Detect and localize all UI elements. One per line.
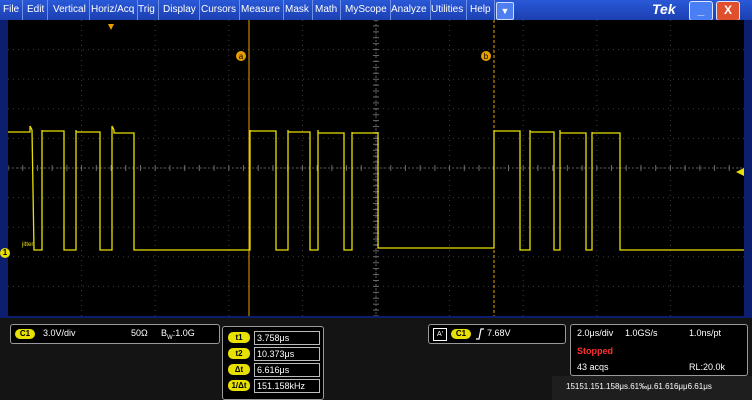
run-status: Stopped xyxy=(577,346,613,356)
chevron-down-icon[interactable]: ▼ xyxy=(496,2,514,20)
graticule xyxy=(8,20,744,316)
menu-edit[interactable]: Edit xyxy=(24,0,49,20)
inverse-delta-t-value: 151.158kHz xyxy=(254,379,320,393)
channel-1-badge: C1 xyxy=(15,329,35,339)
trigger-position-icon[interactable] xyxy=(108,24,114,30)
vertical-scale: 3.0V/div xyxy=(43,328,76,338)
t1-label: t1 xyxy=(228,332,250,343)
bandwidth-limit: BW:1.0G xyxy=(161,328,195,341)
rising-edge-icon xyxy=(476,328,484,340)
menu-mask[interactable]: Mask xyxy=(282,0,313,20)
trigger-mode: A' xyxy=(433,328,447,341)
menu-utilities[interactable]: Utilities xyxy=(428,0,468,20)
t2-value: 10.373μs xyxy=(254,347,320,361)
cursor-a-label: a xyxy=(239,52,244,61)
menu-horiz-acq[interactable]: Horiz/Acq xyxy=(88,0,139,20)
menu-trig[interactable]: Trig xyxy=(135,0,159,20)
t2-label: t2 xyxy=(228,348,250,359)
overlay-readout: 15151.151.158μs.61‰μ.61.616μμ6.61μs xyxy=(552,376,752,400)
record-length: RL:20.0k xyxy=(689,362,726,372)
sample-rate: 1.0GS/s xyxy=(625,328,658,338)
delta-t-value: 6.616μs xyxy=(254,363,320,377)
menu-cursors[interactable]: Cursors xyxy=(198,0,241,20)
trigger-level-icon[interactable] xyxy=(736,168,744,176)
t1-value: 3.758μs xyxy=(254,331,320,345)
menu-display[interactable]: Display xyxy=(160,0,200,20)
time-resolution: 1.0ns/pt xyxy=(689,328,722,338)
brand-logo: Tek xyxy=(652,1,676,17)
menu-analyze[interactable]: Analyze xyxy=(388,0,431,20)
menu-vertical[interactable]: Vertical xyxy=(50,0,90,20)
trigger-level: 7.68V xyxy=(487,328,511,338)
waveform-svg: a b jitter xyxy=(8,20,744,316)
trigger-source-badge: C1 xyxy=(451,329,471,339)
acquisition-count: 43 acqs xyxy=(577,362,609,372)
menu-myscope[interactable]: MyScope xyxy=(342,0,391,20)
overlay-readout-text: 15151.151.158μs.61‰μ.61.616μμ6.61μs xyxy=(566,382,712,391)
menu-measure[interactable]: Measure xyxy=(238,0,284,20)
menu-math[interactable]: Math xyxy=(312,0,342,20)
acquisition-settings[interactable]: 2.0μs/div 1.0GS/s 1.0ns/pt Stopped 43 ac… xyxy=(570,324,748,376)
waveform-display[interactable]: a b jitter xyxy=(8,20,744,316)
cursor-b-label: b xyxy=(484,52,489,61)
reference-label: jitter xyxy=(21,242,33,248)
channel-1-settings[interactable]: C1 3.0V/div 50Ω BW:1.0G xyxy=(10,324,220,344)
input-impedance: 50Ω xyxy=(131,328,148,338)
menu-help[interactable]: Help xyxy=(467,0,495,20)
minimize-button[interactable]: _ xyxy=(689,1,713,21)
delta-t-label: Δt xyxy=(228,364,250,375)
menu-file[interactable]: File xyxy=(0,0,24,20)
time-per-div: 2.0μs/div xyxy=(577,328,614,338)
close-button[interactable]: X xyxy=(716,1,740,21)
inverse-delta-t-label: 1/Δt xyxy=(228,380,250,391)
trigger-settings[interactable]: A' C1 7.68V xyxy=(428,324,566,344)
menu-bar: File Edit Vertical Horiz/Acq Trig Displa… xyxy=(0,0,752,21)
channel-1-marker[interactable]: 1 xyxy=(0,248,10,258)
